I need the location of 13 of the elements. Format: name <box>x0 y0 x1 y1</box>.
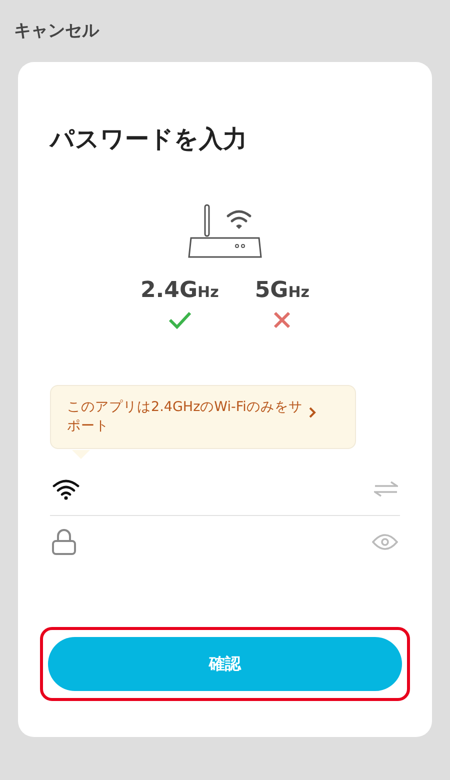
band-label: 5GHz <box>254 278 310 303</box>
eye-icon[interactable] <box>372 534 398 550</box>
page-title: パスワードを入力 <box>50 124 248 155</box>
cancel-link[interactable]: キャンセル <box>14 18 99 42</box>
chevron-icon <box>309 407 316 418</box>
wifi-icon <box>52 478 80 500</box>
notice-tooltip[interactable]: このアプリは2.4GHzのWi-Fiのみをサポート <box>50 385 356 449</box>
band-label: 2.4GHz <box>140 278 219 303</box>
swap-icon[interactable] <box>374 481 398 497</box>
confirm-button[interactable]: 確認 <box>48 637 402 691</box>
router-icon <box>188 204 262 260</box>
lock-icon <box>52 529 76 555</box>
tooltip-tail <box>72 450 90 459</box>
